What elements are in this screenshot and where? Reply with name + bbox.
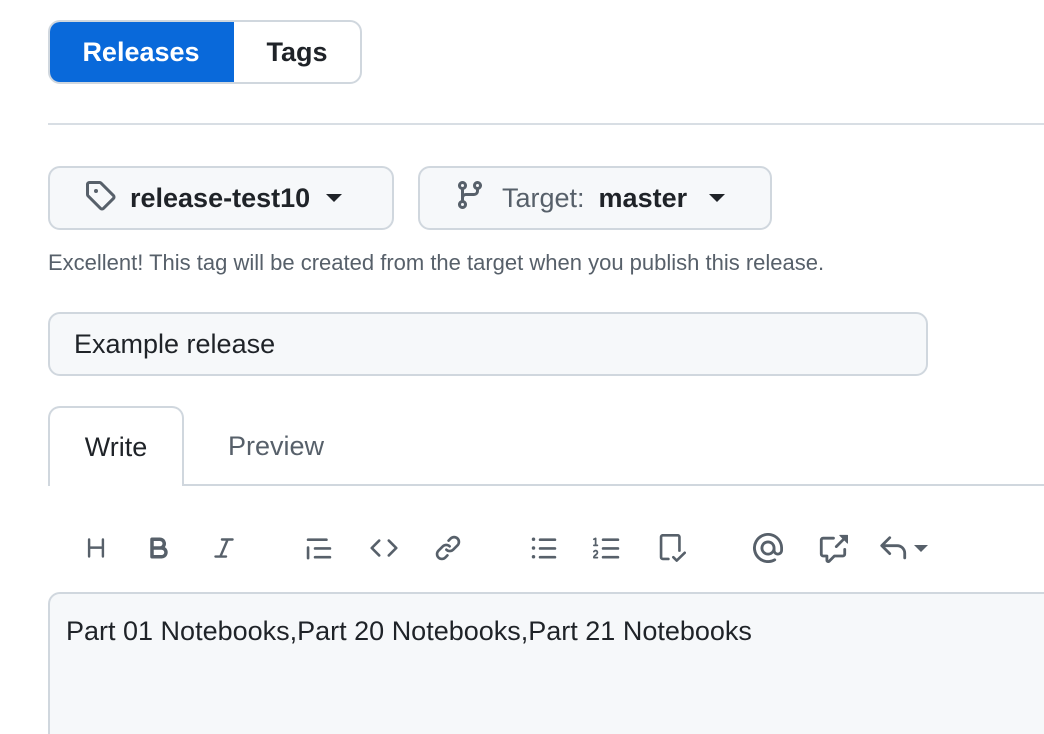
release-title-input[interactable] [48,312,928,376]
ordered-list-icon[interactable] [587,528,627,568]
release-form: Releases Tags release-test10 Target: mas… [0,0,1044,734]
target-branch-name: master [598,182,688,213]
divider [48,123,1044,125]
unordered-list-icon[interactable] [524,528,564,568]
tab-write[interactable]: Write [48,406,184,486]
quote-icon[interactable] [299,528,339,568]
task-list-icon[interactable] [652,528,692,568]
choose-target-button[interactable]: Target: master [418,166,772,230]
cross-reference-icon[interactable] [813,528,853,568]
chevron-down-icon [709,194,726,202]
tag-icon [84,179,116,218]
tags-tab-button[interactable]: Tags [234,22,360,82]
tab-preview[interactable]: Preview [196,406,356,486]
branch-icon [454,179,486,218]
heading-icon[interactable] [76,528,116,568]
chevron-down-icon [914,544,928,552]
code-icon[interactable] [364,528,404,568]
reply-icon[interactable] [878,528,938,568]
italic-icon[interactable] [204,528,244,568]
editor-content: Part 01 Notebooks,Part 20 Notebooks,Part… [66,616,752,646]
markdown-toolbar [0,528,1044,568]
releases-tags-toggle: Releases Tags [48,20,362,84]
tag-hint-text: Excellent! This tag will be created from… [48,250,825,275]
bold-icon[interactable] [139,528,179,568]
mention-icon[interactable] [748,528,788,568]
chevron-down-icon [326,194,343,202]
tag-name: release-test10 [130,182,311,213]
target-prefix: Target: [502,182,585,213]
choose-tag-button[interactable]: release-test10 [48,166,394,230]
link-icon[interactable] [428,528,468,568]
releases-tab-button[interactable]: Releases [50,22,234,82]
release-body-editor[interactable]: Part 01 Notebooks,Part 20 Notebooks,Part… [48,592,1044,734]
